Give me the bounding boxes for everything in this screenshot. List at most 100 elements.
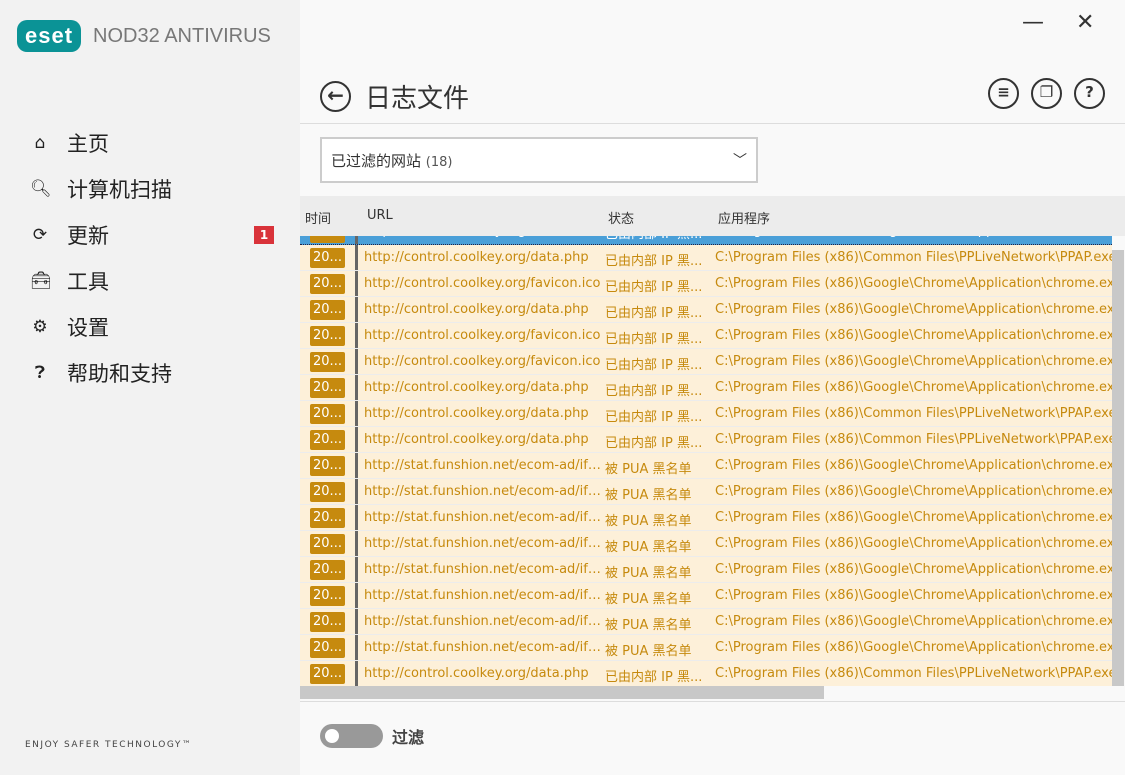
divider — [300, 701, 1125, 702]
tagline: ENJOY SAFER TECHNOLOGY™ — [25, 740, 193, 750]
app-cell: C:\Program Files (x86)\Common Files\PPLi… — [715, 250, 1112, 265]
column-divider — [355, 557, 358, 582]
table-row[interactable]: 20... http://stat.funshion.net/ecom-ad/if… — [300, 453, 1112, 479]
status-cell: 已由内部 IP 黑... — [605, 384, 703, 399]
column-header-time[interactable]: 时间 — [305, 208, 331, 227]
select-count: (18) — [425, 154, 453, 170]
time-cell: 20... — [310, 456, 345, 476]
column-divider — [355, 635, 358, 660]
filter-toggle[interactable] — [320, 724, 383, 748]
back-arrow-icon[interactable]: ← — [320, 81, 351, 112]
url-cell: http://control.coolkey.org/data.php — [364, 302, 589, 317]
copy-window-icon[interactable]: ❐ — [1031, 78, 1062, 109]
column-divider — [355, 323, 358, 348]
url-cell: http://control.coolkey.org/favicon.ico — [364, 276, 601, 291]
app-cell: C:\Program Files (x86)\Google\Chrome\App… — [715, 276, 1112, 291]
table-row[interactable]: 20... http://control.coolkey.org/favicon.… — [300, 323, 1112, 349]
eset-logo: eset NOD32 ANTIVIRUS — [17, 20, 271, 52]
status-cell: 已由内部 IP 黑... — [605, 358, 703, 373]
close-button[interactable]: ✕ — [1076, 10, 1094, 35]
column-divider — [355, 297, 358, 322]
column-divider — [355, 271, 358, 296]
table-row[interactable]: 20... http://control.coolkey.org/favicon.… — [300, 271, 1112, 297]
column-divider — [355, 661, 358, 686]
status-cell: 已由内部 IP 黑... — [605, 332, 703, 347]
table-row[interactable]: 20... http://stat.funshion.net/ecom-ad/if… — [300, 609, 1112, 635]
app-cell: C:\Program Files (x86)\Google\Chrome\App… — [715, 354, 1112, 369]
table-row[interactable]: 20... http://stat.funshion.net/ecom-ad/if… — [300, 583, 1112, 609]
column-divider — [355, 349, 358, 374]
log-type-select[interactable]: 已过滤的网站 (18) ﹀ — [320, 137, 758, 183]
url-cell: http://stat.funshion.net/ecom-ad/ifar_..… — [364, 562, 604, 577]
status-cell: 已由内部 IP 黑... — [605, 280, 703, 295]
app-cell: C:\Program Files (x86)\Common Files\PPLi… — [715, 666, 1112, 681]
time-cell: 20... — [310, 586, 345, 606]
status-cell: 被 PUA 黑名单 — [605, 540, 692, 555]
sidebar-item-label: 计算机扫描 — [67, 178, 172, 202]
table-row[interactable]: 20... http://control.coolkey.org/data.php… — [300, 245, 1112, 271]
url-cell: http://stat.funshion.net/ecom-ad/ifar_..… — [364, 510, 604, 525]
app-cell: C:\Program Files (x86)\Common Files\PPLi… — [715, 432, 1112, 447]
time-cell: 20... — [310, 236, 345, 243]
app-cell: C:\Program Files (x86)\Google\Chrome\App… — [715, 536, 1112, 551]
list-view-icon[interactable]: ≡ — [988, 78, 1019, 109]
time-cell: 20... — [310, 612, 345, 632]
table-row[interactable]: 20... http://stat.funshion.net/ecom-ad/if… — [300, 531, 1112, 557]
sidebar-item-1[interactable]: 🔍︎ 计算机扫描 — [30, 166, 280, 212]
time-cell: 20... — [310, 664, 345, 684]
status-cell: 被 PUA 黑名单 — [605, 592, 692, 607]
table-row[interactable]: 20... http://stat.funshion.net/ecom-ad/if… — [300, 479, 1112, 505]
status-cell: 被 PUA 黑名单 — [605, 566, 692, 581]
column-header-url[interactable]: URL — [367, 208, 393, 223]
table-row[interactable]: 20... http://control.coolkey.org/favicon.… — [300, 349, 1112, 375]
table-row[interactable]: 20... http://control.coolkey.org/data.php… — [300, 375, 1112, 401]
column-header-status[interactable]: 状态 — [608, 208, 634, 227]
table-row[interactable]: 20... http://stat.funshion.net/ecom-ad/if… — [300, 635, 1112, 661]
sidebar-item-4[interactable]: ⚙ 设置 — [30, 304, 280, 350]
column-divider — [355, 375, 358, 400]
minimize-button[interactable]: — — [1022, 10, 1044, 35]
sidebar-item-label: 工具 — [67, 270, 109, 294]
update-badge: 1 — [254, 226, 274, 244]
sidebar-item-label: 设置 — [67, 316, 109, 340]
app-cell: C:\Program Files (x86)\Google\Chrome\App… — [715, 510, 1112, 525]
column-divider — [355, 236, 358, 244]
help-icon[interactable]: ? — [1074, 78, 1105, 109]
url-cell: http://stat.funshion.net/ecom-ad/ifar_..… — [364, 614, 604, 629]
column-divider — [355, 427, 358, 452]
table-row[interactable]: 20... http://control.coolkey.org/data.php… — [300, 427, 1112, 453]
table-row[interactable]: 20... http://stat.funshion.net/ecom-ad/if… — [300, 557, 1112, 583]
search-icon: 🔍︎ — [30, 179, 52, 199]
column-divider — [355, 401, 358, 426]
app-cell: C:\Program Files (x86)\Google\Chrome\App… — [715, 328, 1112, 343]
column-divider — [355, 609, 358, 634]
table-row[interactable]: 20... http://stat.funshion.net/ecom-ad/if… — [300, 505, 1112, 531]
logo-badge: eset — [17, 20, 82, 52]
status-cell: 已由内部 IP 黑... — [605, 254, 703, 269]
sidebar-item-0[interactable]: ⌂ 主页 — [30, 120, 280, 166]
sidebar-item-5[interactable]: ❓︎ 帮助和支持 — [30, 350, 280, 396]
table-row[interactable]: 20... http://control.coolkey.org已由内部 IP 黑… — [300, 236, 1112, 245]
time-cell: 20... — [310, 638, 345, 658]
column-divider — [355, 531, 358, 556]
column-divider — [355, 245, 358, 270]
sidebar-item-2[interactable]: ⟳ 更新 1 — [30, 212, 280, 258]
url-cell: http://control.coolkey.org/data.php — [364, 250, 589, 265]
table-row[interactable]: 20... http://control.coolkey.org/data.php… — [300, 297, 1112, 323]
table-row[interactable]: 20... http://control.coolkey.org/data.php… — [300, 401, 1112, 427]
column-divider — [355, 583, 358, 608]
table-row[interactable]: 20... http://control.coolkey.org/data.php… — [300, 661, 1112, 686]
status-cell: 已由内部 IP 黑... — [605, 436, 703, 451]
app-cell: C:\Program Files (x86)\Google\Chrome\App… — [715, 588, 1112, 603]
horizontal-scrollbar[interactable] — [300, 686, 824, 699]
column-divider — [355, 505, 358, 530]
column-header-app[interactable]: 应用程序 — [718, 208, 770, 227]
vertical-scrollbar[interactable] — [1112, 250, 1124, 686]
status-cell: 被 PUA 黑名单 — [605, 618, 692, 633]
sidebar-item-3[interactable]: 🧰︎ 工具 — [30, 258, 280, 304]
time-cell: 20... — [310, 300, 345, 320]
home-icon: ⌂ — [34, 133, 46, 153]
url-cell: http://stat.funshion.net/ecom-ad/ifar_..… — [364, 484, 604, 499]
time-cell: 20... — [310, 248, 345, 268]
sidebar-item-label: 帮助和支持 — [67, 362, 172, 386]
